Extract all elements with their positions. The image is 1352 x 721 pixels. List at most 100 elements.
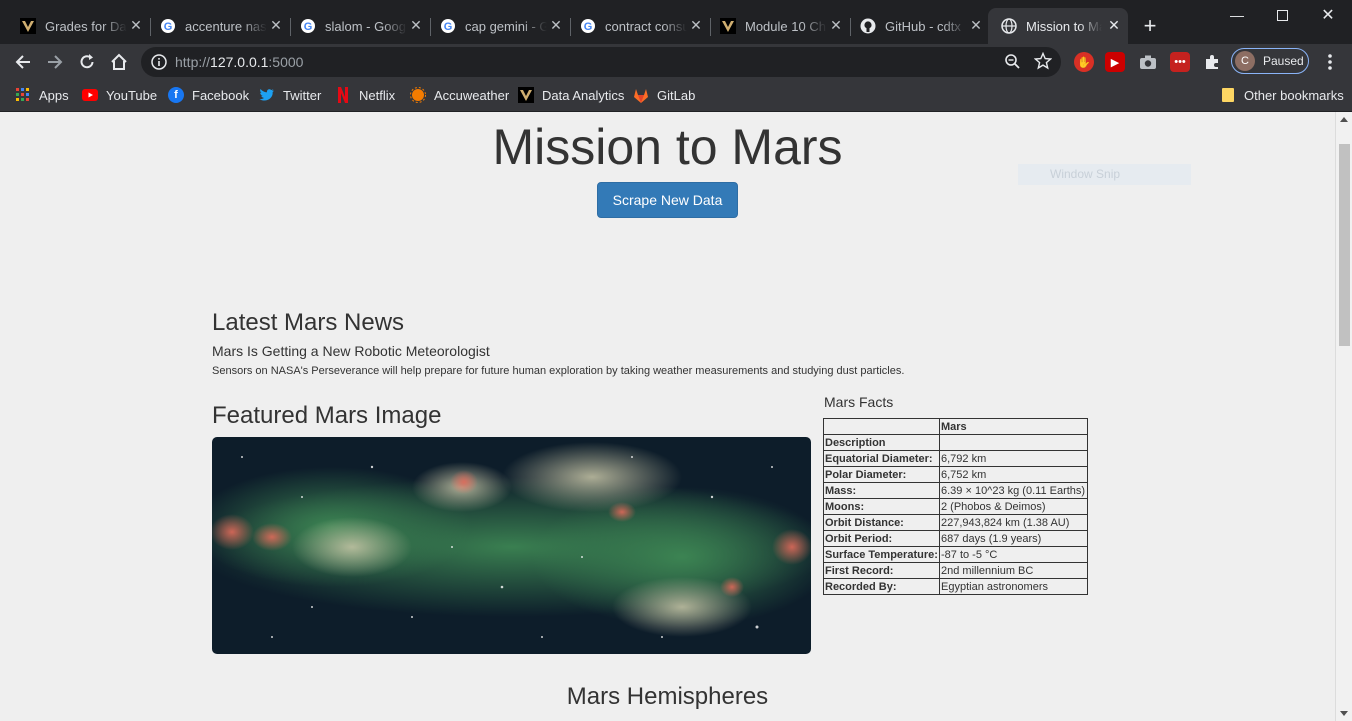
browser-toolbar: http://127.0.0.1:5000 ✋ ▶ ••• C Paused <box>0 44 1352 80</box>
bookmark-label: Other bookmarks <box>1244 87 1344 103</box>
tab-accenture[interactable]: G accenture nasl ✕ <box>140 8 291 44</box>
fact-value <box>939 434 1088 451</box>
featured-heading: Featured Mars Image <box>212 402 442 429</box>
bookmark-label: Apps <box>39 87 69 103</box>
back-icon[interactable] <box>11 50 35 74</box>
table-row: First Record: 2nd millennium BC <box>823 562 1088 579</box>
tab-slalom[interactable]: G slalom - Goog ✕ <box>280 8 431 44</box>
tab-grades[interactable]: Grades for Dav ✕ <box>0 8 151 44</box>
table-row: Surface Temperature: -87 to -5 °C <box>823 546 1088 563</box>
camera-icon[interactable] <box>1138 52 1158 72</box>
forward-icon[interactable] <box>43 50 67 74</box>
fact-label: Polar Diameter: <box>823 466 940 483</box>
bookmark-facebook[interactable]: f Facebook <box>168 86 249 104</box>
fact-value: Egyptian astronomers <box>939 578 1088 595</box>
fact-label: Equatorial Diameter: <box>823 450 940 467</box>
close-tab-icon[interactable]: ✕ <box>1106 17 1122 33</box>
youtube-extension-icon[interactable]: ▶ <box>1105 52 1125 72</box>
svg-text:G: G <box>164 21 173 33</box>
scrape-button[interactable]: Scrape New Data <box>597 182 738 218</box>
kebab-menu-icon[interactable] <box>1318 50 1342 74</box>
tab-cap-gemini[interactable]: G cap gemini - G ✕ <box>420 8 571 44</box>
bookmark-other[interactable]: Other bookmarks <box>1220 86 1344 104</box>
maximize-icon[interactable] <box>1259 0 1305 30</box>
fact-value: 6,752 km <box>939 466 1088 483</box>
fact-value: 687 days (1.9 years) <box>939 530 1088 547</box>
home-icon[interactable] <box>107 50 131 74</box>
fact-label: Orbit Period: <box>823 530 940 547</box>
tab-mission-to-mars[interactable]: Mission to Ma ✕ <box>988 8 1128 44</box>
more-extension-icon[interactable]: ••• <box>1170 52 1190 72</box>
featured-image[interactable] <box>212 437 811 654</box>
table-row: Description <box>823 434 1088 451</box>
address-bar[interactable]: http://127.0.0.1:5000 <box>141 47 1061 77</box>
google-icon: G <box>580 18 596 34</box>
page-scrollbar[interactable] <box>1335 112 1352 721</box>
tab-contract[interactable]: G contract consu ✕ <box>560 8 711 44</box>
tab-github[interactable]: GitHub - cdtx ✕ <box>840 8 990 44</box>
tab-title: GitHub - cdtx <box>885 18 961 34</box>
minimize-icon[interactable]: — <box>1214 0 1260 30</box>
svg-text:G: G <box>444 21 453 33</box>
extensions-puzzle-icon[interactable] <box>1202 52 1222 72</box>
tab-title: contract consu <box>605 18 687 34</box>
url-scheme: http:// <box>175 54 211 70</box>
globe-icon <box>1001 18 1017 34</box>
window-snip-overlay: Window Snip <box>1018 164 1191 185</box>
fact-label: First Record: <box>823 562 940 579</box>
hemispheres-heading: Mars Hemispheres <box>566 683 769 710</box>
mars-facts-table: Mars Description Equatorial Diameter: 6,7… <box>823 418 1088 595</box>
news-title: Mars Is Getting a New Robotic Meteorolog… <box>212 343 490 359</box>
google-icon: G <box>160 18 176 34</box>
netflix-icon <box>335 87 351 103</box>
bookmark-label: Accuweather <box>434 87 510 103</box>
bookmark-label: GitLab <box>657 87 696 103</box>
fact-label: Moons: <box>823 498 940 515</box>
google-icon: G <box>300 18 316 34</box>
stop-extension-icon[interactable]: ✋ <box>1074 52 1094 72</box>
star-bookmark-icon[interactable] <box>1033 51 1053 75</box>
github-icon <box>860 18 876 34</box>
bookmark-gitlab[interactable]: GitLab <box>633 86 695 104</box>
tab-title: cap gemini - G <box>465 18 547 34</box>
bookmarks-bar: Apps YouTube f Facebook Twitter Netflix … <box>0 80 1352 112</box>
table-row: Orbit Period: 687 days (1.9 years) <box>823 530 1088 547</box>
bookmark-youtube[interactable]: YouTube <box>82 86 157 104</box>
facts-heading: Mars Facts <box>824 394 894 410</box>
url-text[interactable]: http://127.0.0.1:5000 <box>175 54 303 70</box>
bookmark-twitter[interactable]: Twitter <box>259 86 321 104</box>
bookmark-netflix[interactable]: Netflix <box>335 86 395 104</box>
gitlab-icon <box>633 87 649 103</box>
bookmark-data-analytics[interactable]: Data Analytics <box>518 86 624 104</box>
bookmark-apps[interactable]: Apps <box>15 86 69 104</box>
info-icon[interactable] <box>151 54 167 75</box>
scrollbar-thumb[interactable] <box>1339 144 1350 346</box>
close-window-icon[interactable]: ✕ <box>1305 0 1351 30</box>
fact-value: 2 (Phobos & Deimos) <box>939 498 1088 515</box>
tab-module-10[interactable]: Module 10 Ch ✕ <box>700 8 851 44</box>
page-content: Mission to Mars Scrape New Data Window S… <box>0 112 1352 721</box>
vanderbilt-icon <box>720 18 736 34</box>
close-tab-icon[interactable]: ✕ <box>968 17 984 33</box>
scroll-up-icon[interactable] <box>1340 117 1348 122</box>
new-tab-icon[interactable]: + <box>1140 15 1160 37</box>
bookmark-label: YouTube <box>106 87 158 103</box>
profile-button[interactable]: C Paused <box>1231 48 1309 74</box>
fact-label: Orbit Distance: <box>823 514 940 531</box>
url-host: 127.0.0.1 <box>210 54 269 70</box>
news-heading: Latest Mars News <box>212 309 405 336</box>
table-header-cell: Mars <box>939 418 1088 435</box>
facebook-icon: f <box>168 87 184 103</box>
sun-icon <box>410 87 426 103</box>
tab-title: Mission to Ma <box>1026 18 1102 34</box>
zoom-icon[interactable] <box>1004 53 1021 75</box>
apps-grid-icon <box>15 87 31 103</box>
vanderbilt-icon <box>20 18 36 34</box>
bookmark-accuweather[interactable]: Accuweather <box>410 86 509 104</box>
fact-label: Surface Temperature: <box>823 546 940 563</box>
bookmark-label: Netflix <box>359 87 396 103</box>
reload-icon[interactable] <box>75 50 99 74</box>
url-port: :5000 <box>268 54 304 70</box>
table-row: Recorded By: Egyptian astronomers <box>823 578 1088 595</box>
scroll-down-icon[interactable] <box>1340 711 1348 716</box>
